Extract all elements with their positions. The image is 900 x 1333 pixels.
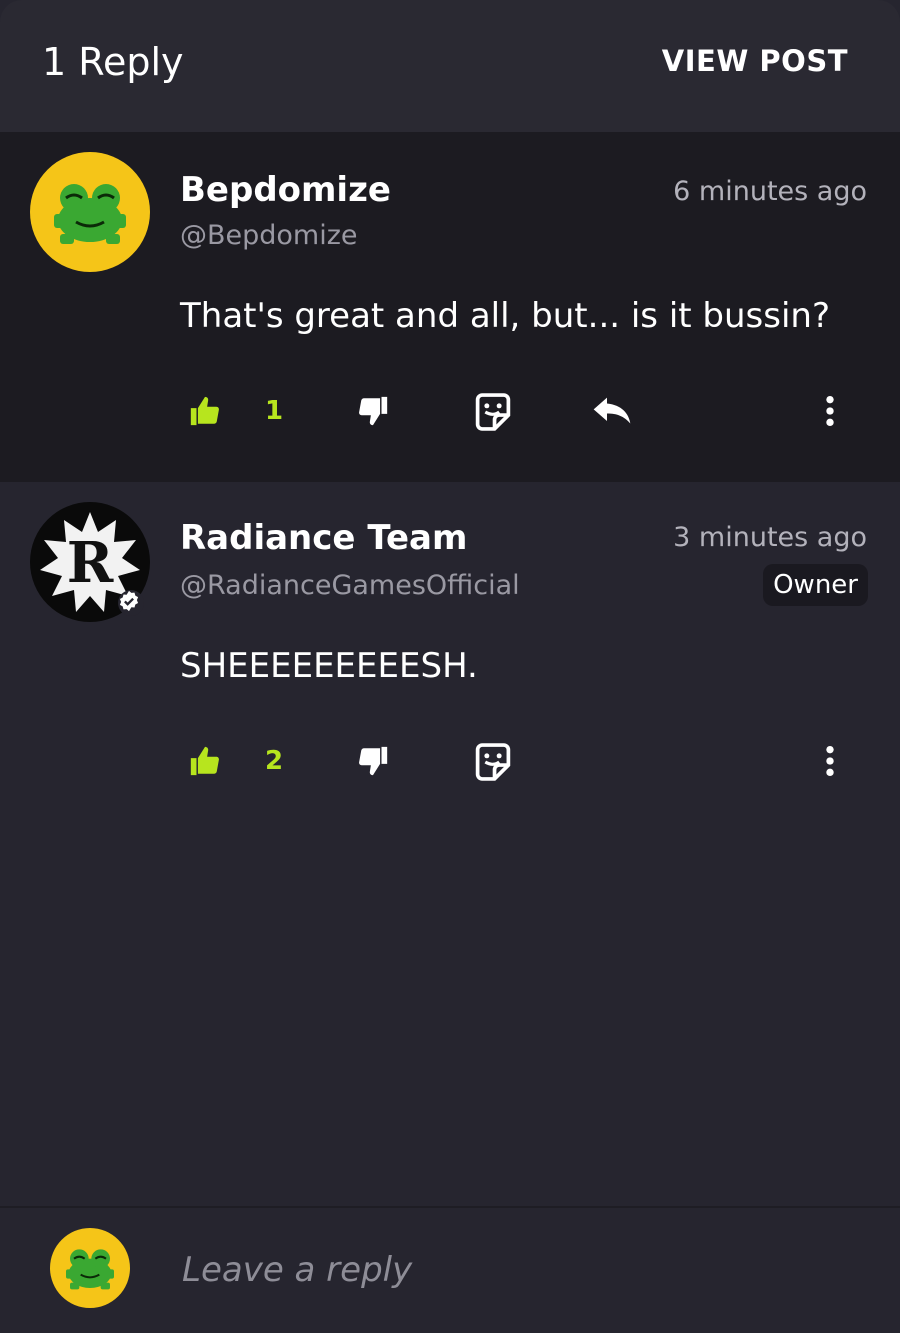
dislike-button[interactable] bbox=[356, 394, 390, 432]
owner-badge: Owner bbox=[763, 564, 868, 606]
frog-avatar-icon bbox=[66, 1249, 114, 1290]
thumbs-up-icon bbox=[190, 746, 219, 776]
reply-button[interactable] bbox=[592, 394, 632, 432]
user-avatar[interactable] bbox=[30, 152, 150, 272]
sticker-button[interactable] bbox=[474, 742, 512, 786]
verified-check-icon bbox=[119, 590, 139, 612]
like-count: 1 bbox=[265, 396, 284, 426]
comment-item: Bepdomize @Bepdomize 6 minutes ago That'… bbox=[0, 132, 900, 482]
thumbs-up-icon bbox=[190, 396, 219, 426]
more-options-button[interactable] bbox=[818, 394, 842, 432]
current-user-avatar bbox=[50, 1228, 130, 1308]
view-post-button[interactable]: VIEW POST bbox=[662, 44, 848, 78]
more-vertical-icon bbox=[826, 745, 834, 777]
like-button[interactable] bbox=[188, 394, 222, 432]
frog-avatar-icon bbox=[54, 184, 126, 244]
comment-author-name[interactable]: Radiance Team bbox=[180, 518, 467, 558]
sticker-icon bbox=[475, 393, 511, 431]
thumbs-down-icon bbox=[359, 746, 388, 776]
sticker-icon bbox=[475, 743, 511, 781]
more-options-button[interactable] bbox=[818, 744, 842, 782]
comment-timestamp: 6 minutes ago bbox=[673, 176, 867, 207]
comment-author-name[interactable]: Bepdomize bbox=[180, 170, 391, 210]
reply-count-title: 1 Reply bbox=[42, 40, 184, 84]
comment-text: That's great and all, but... is it bussi… bbox=[180, 296, 831, 336]
like-count: 2 bbox=[265, 746, 284, 776]
comment-author-handle[interactable]: @RadianceGamesOfficial bbox=[180, 570, 520, 601]
reply-arrow-icon bbox=[593, 397, 631, 424]
more-vertical-icon bbox=[826, 395, 834, 427]
comment-text: SHEEEEEEEEESH. bbox=[180, 646, 478, 686]
comment-actions: 1 bbox=[0, 382, 900, 442]
avatar-letter: R bbox=[67, 530, 114, 596]
reply-composer bbox=[0, 1206, 900, 1333]
user-avatar[interactable]: R bbox=[30, 502, 150, 622]
comment-actions: 2 bbox=[0, 732, 900, 792]
header: 1 Reply VIEW POST bbox=[0, 0, 900, 132]
comment-item: R Radiance Team @RadianceGamesOfficial 3… bbox=[0, 482, 900, 862]
like-button[interactable] bbox=[188, 744, 222, 782]
thumbs-down-icon bbox=[359, 396, 388, 426]
comment-timestamp: 3 minutes ago bbox=[673, 522, 867, 553]
comment-author-handle[interactable]: @Bepdomize bbox=[180, 220, 358, 251]
sticker-button[interactable] bbox=[474, 392, 512, 436]
reply-input[interactable] bbox=[180, 1244, 864, 1296]
dislike-button[interactable] bbox=[356, 744, 390, 782]
verified-badge bbox=[118, 590, 144, 616]
